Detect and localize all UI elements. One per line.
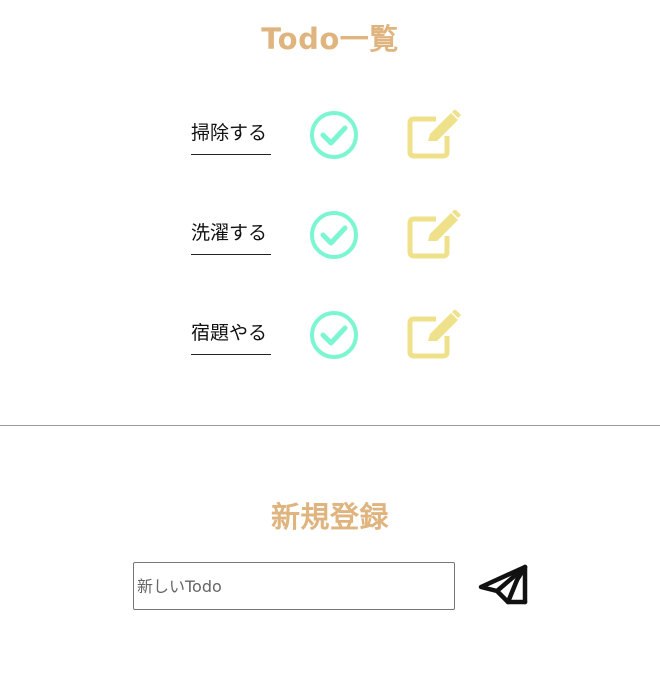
section-divider (0, 425, 660, 426)
todo-list-title: Todo一覧 (261, 22, 399, 56)
check-circle-icon (310, 311, 358, 359)
complete-button[interactable] (308, 310, 360, 362)
todo-item: 掃除する (0, 109, 660, 170)
check-circle-icon (310, 211, 358, 259)
todo-item-label: 洗濯する (191, 218, 271, 255)
todo-item: 宿題やる (0, 309, 660, 370)
todo-item-label: 宿題やる (191, 318, 271, 355)
edit-button[interactable] (406, 209, 462, 260)
paper-plane-icon (478, 564, 528, 605)
new-todo-input[interactable] (133, 562, 455, 610)
todo-item: 洗濯する (0, 209, 660, 270)
check-circle-icon (310, 111, 358, 159)
edit-pencil-icon (407, 109, 461, 159)
edit-button[interactable] (406, 309, 462, 360)
complete-button[interactable] (308, 210, 360, 262)
todo-app: Todo一覧 掃除する 洗濯する 宿題やる 新規登録 新しいTodo (0, 0, 660, 680)
submit-button[interactable] (477, 562, 531, 608)
edit-button[interactable] (406, 109, 462, 160)
edit-pencil-icon (407, 309, 461, 359)
edit-pencil-icon (407, 209, 461, 259)
complete-button[interactable] (308, 110, 360, 162)
register-title: 新規登録 (270, 500, 389, 534)
todo-item-label: 掃除する (191, 118, 271, 155)
